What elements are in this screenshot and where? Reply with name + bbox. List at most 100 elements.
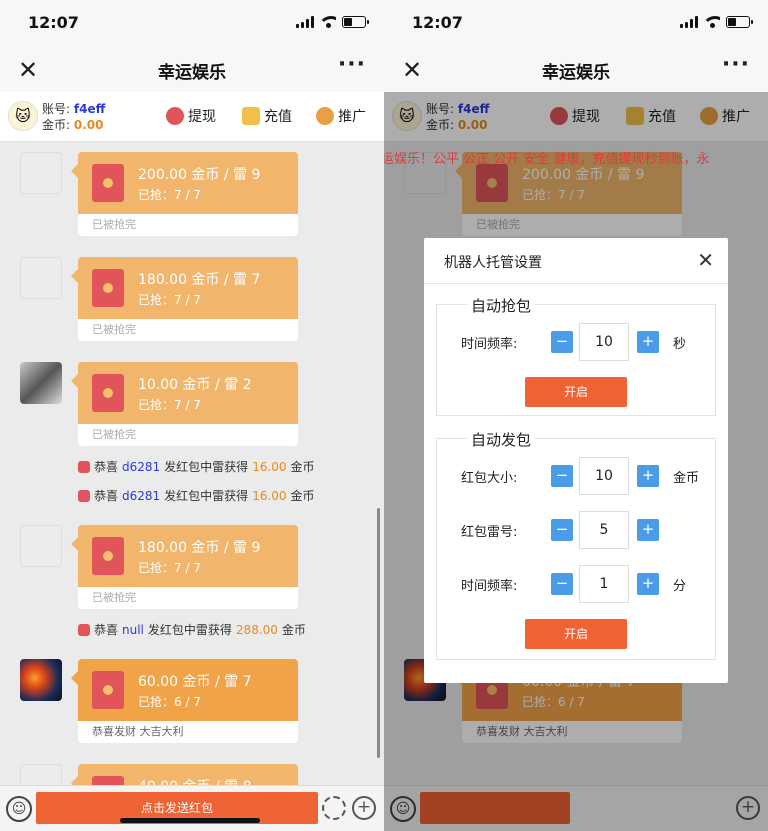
notice-prefix: 恭喜: [94, 460, 119, 474]
decrement-button[interactable]: −: [551, 331, 573, 353]
announcement-marquee: 欢迎观临幸运娱乐！公平 公正 公开 安全 健康，充值提现秒到账，永: [384, 152, 710, 167]
auto-grab-section: 自动抢包 时间频率: − 10 + 秒 开启: [436, 295, 716, 416]
packet-footer: 恭喜发财 大吉大利: [78, 721, 298, 743]
promote-button[interactable]: 推广: [316, 106, 366, 126]
more-icon[interactable]: ···: [338, 52, 366, 77]
robot-settings-dialog: 机器人托管设置 ✕ 自动抢包 时间频率: − 10 + 秒 开启 自动发包 红包…: [424, 238, 728, 683]
chat-screen: 12:07 ✕ 幸运娱乐 ··· 🐱 账号: f4eff 金币: 0.00 提现…: [0, 0, 384, 831]
notice-user: d6281: [122, 459, 161, 474]
home-indicator: [120, 818, 260, 823]
packet-amount: 10.00 金币 / 雷 2: [138, 377, 252, 393]
increment-button[interactable]: +: [637, 465, 659, 487]
notice-text: 发红包中雷获得: [164, 460, 249, 474]
status-time: 12:07: [28, 13, 79, 32]
notice-user: null: [122, 622, 144, 637]
notice-unit: 金币: [281, 623, 306, 637]
packet-amount: 180.00 金币 / 雷 9: [138, 540, 261, 556]
start-grab-button[interactable]: 开启: [525, 377, 627, 407]
win-notice: 恭喜 d6281 发红包中雷获得 16.00 金币: [78, 458, 315, 475]
packet-amount: 200.00 金币 / 雷 9: [138, 167, 261, 183]
unit-label: 分: [673, 579, 687, 594]
close-icon[interactable]: ✕: [697, 248, 714, 272]
start-send-button[interactable]: 开启: [525, 619, 627, 649]
recharge-button[interactable]: 充值: [242, 106, 292, 126]
page-title: 幸运娱乐: [542, 63, 610, 83]
packet-grabbed: 已抢：6 / 7: [138, 695, 201, 709]
nav-bar: ✕ 幸运娱乐 ···: [384, 46, 768, 92]
wifi-icon: [320, 16, 336, 28]
packet-footer: 已被抢完: [78, 319, 298, 341]
send-frequency-input[interactable]: 1: [579, 565, 629, 603]
promote-label: 推广: [338, 109, 366, 125]
packet-grabbed: 已抢：7 / 7: [138, 398, 201, 412]
notice-prefix: 恭喜: [94, 489, 119, 503]
notice-value: 16.00: [252, 488, 287, 503]
red-packet[interactable]: 40.00 金币 / 雷 8: [71, 764, 298, 785]
grab-frequency-input[interactable]: 10: [579, 323, 629, 361]
signal-icon: [680, 16, 698, 28]
envelope-icon: [92, 537, 124, 575]
wifi-icon: [704, 16, 720, 28]
withdraw-button[interactable]: 提现: [166, 106, 216, 126]
packet-grabbed: 已抢：7 / 7: [138, 561, 201, 575]
emoji-icon[interactable]: ☺: [6, 796, 32, 822]
robot-settings-icon[interactable]: [322, 796, 346, 820]
field-label: 红包大小:: [461, 471, 518, 486]
mine-number-input[interactable]: 5: [579, 511, 629, 549]
envelope-icon: [92, 164, 124, 202]
win-notice: 恭喜 d6281 发红包中雷获得 16.00 金币: [78, 487, 315, 504]
nav-bar: ✕ 幸运娱乐 ···: [0, 46, 384, 92]
notice-icon: [78, 460, 90, 473]
auto-send-section: 自动发包 红包大小: − 10 + 金币 红包雷号: − 5 + 时间频率: −…: [436, 429, 716, 660]
withdraw-label: 提现: [188, 109, 216, 125]
section-title: 自动抢包: [467, 295, 536, 316]
signal-icon: [296, 16, 314, 28]
packet-amount: 180.00 金币 / 雷 7: [138, 272, 261, 288]
send-frequency-row: 时间频率: − 1 + 分: [461, 565, 705, 603]
account-label: 账号:: [42, 102, 71, 116]
status-icons: [680, 16, 753, 28]
person-icon: [316, 107, 334, 125]
dialog-header: 机器人托管设置 ✕: [424, 238, 728, 284]
packet-size-input[interactable]: 10: [579, 457, 629, 495]
increment-button[interactable]: +: [637, 519, 659, 541]
red-packet[interactable]: 200.00 金币 / 雷 9 已抢：7 / 7: [71, 152, 298, 214]
avatar[interactable]: 🐱: [8, 101, 38, 131]
packet-footer: 已被抢完: [78, 424, 298, 446]
coins-value: 0.00: [73, 118, 104, 132]
status-time: 12:07: [412, 13, 463, 32]
avatar: [20, 764, 62, 785]
notice-value: 16.00: [252, 459, 287, 474]
notice-value: 288.00: [235, 622, 278, 637]
decrement-button[interactable]: −: [551, 573, 573, 595]
notice-text: 发红包中雷获得: [147, 623, 232, 637]
increment-button[interactable]: +: [637, 331, 659, 353]
more-icon[interactable]: ···: [722, 52, 750, 77]
chat-list[interactable]: 200.00 金币 / 雷 9 已抢：7 / 7 已被抢完 180.00 金币 …: [0, 143, 384, 785]
packet-footer: 已被抢完: [78, 587, 298, 609]
withdraw-icon: [166, 107, 184, 125]
red-packet[interactable]: 180.00 金币 / 雷 7 已抢：7 / 7: [71, 257, 298, 319]
unit-label: 金币: [673, 471, 700, 486]
increment-button[interactable]: +: [637, 573, 659, 595]
packet-grabbed: 已抢：7 / 7: [138, 188, 201, 202]
field-label: 红包雷号:: [461, 525, 518, 540]
red-packet[interactable]: 180.00 金币 / 雷 9 已抢：7 / 7: [71, 525, 298, 587]
notice-prefix: 恭喜: [94, 623, 119, 637]
battery-icon: [342, 16, 369, 28]
decrement-button[interactable]: −: [551, 519, 573, 541]
page-title: 幸运娱乐: [158, 63, 226, 83]
unit-label: 秒: [673, 337, 687, 352]
coins-icon: [242, 107, 260, 125]
packet-size-row: 红包大小: − 10 + 金币: [461, 457, 705, 495]
red-packet[interactable]: 10.00 金币 / 雷 2 已抢：7 / 7: [71, 362, 298, 424]
red-packet[interactable]: 60.00 金币 / 雷 7 已抢：6 / 7: [71, 659, 298, 721]
avatar: [20, 152, 62, 194]
avatar: [20, 659, 62, 701]
decrement-button[interactable]: −: [551, 465, 573, 487]
envelope-icon: [92, 671, 124, 709]
scrollbar[interactable]: [377, 508, 380, 758]
notice-user: d6281: [122, 488, 161, 503]
plus-icon[interactable]: +: [352, 796, 376, 820]
avatar: [20, 525, 62, 567]
